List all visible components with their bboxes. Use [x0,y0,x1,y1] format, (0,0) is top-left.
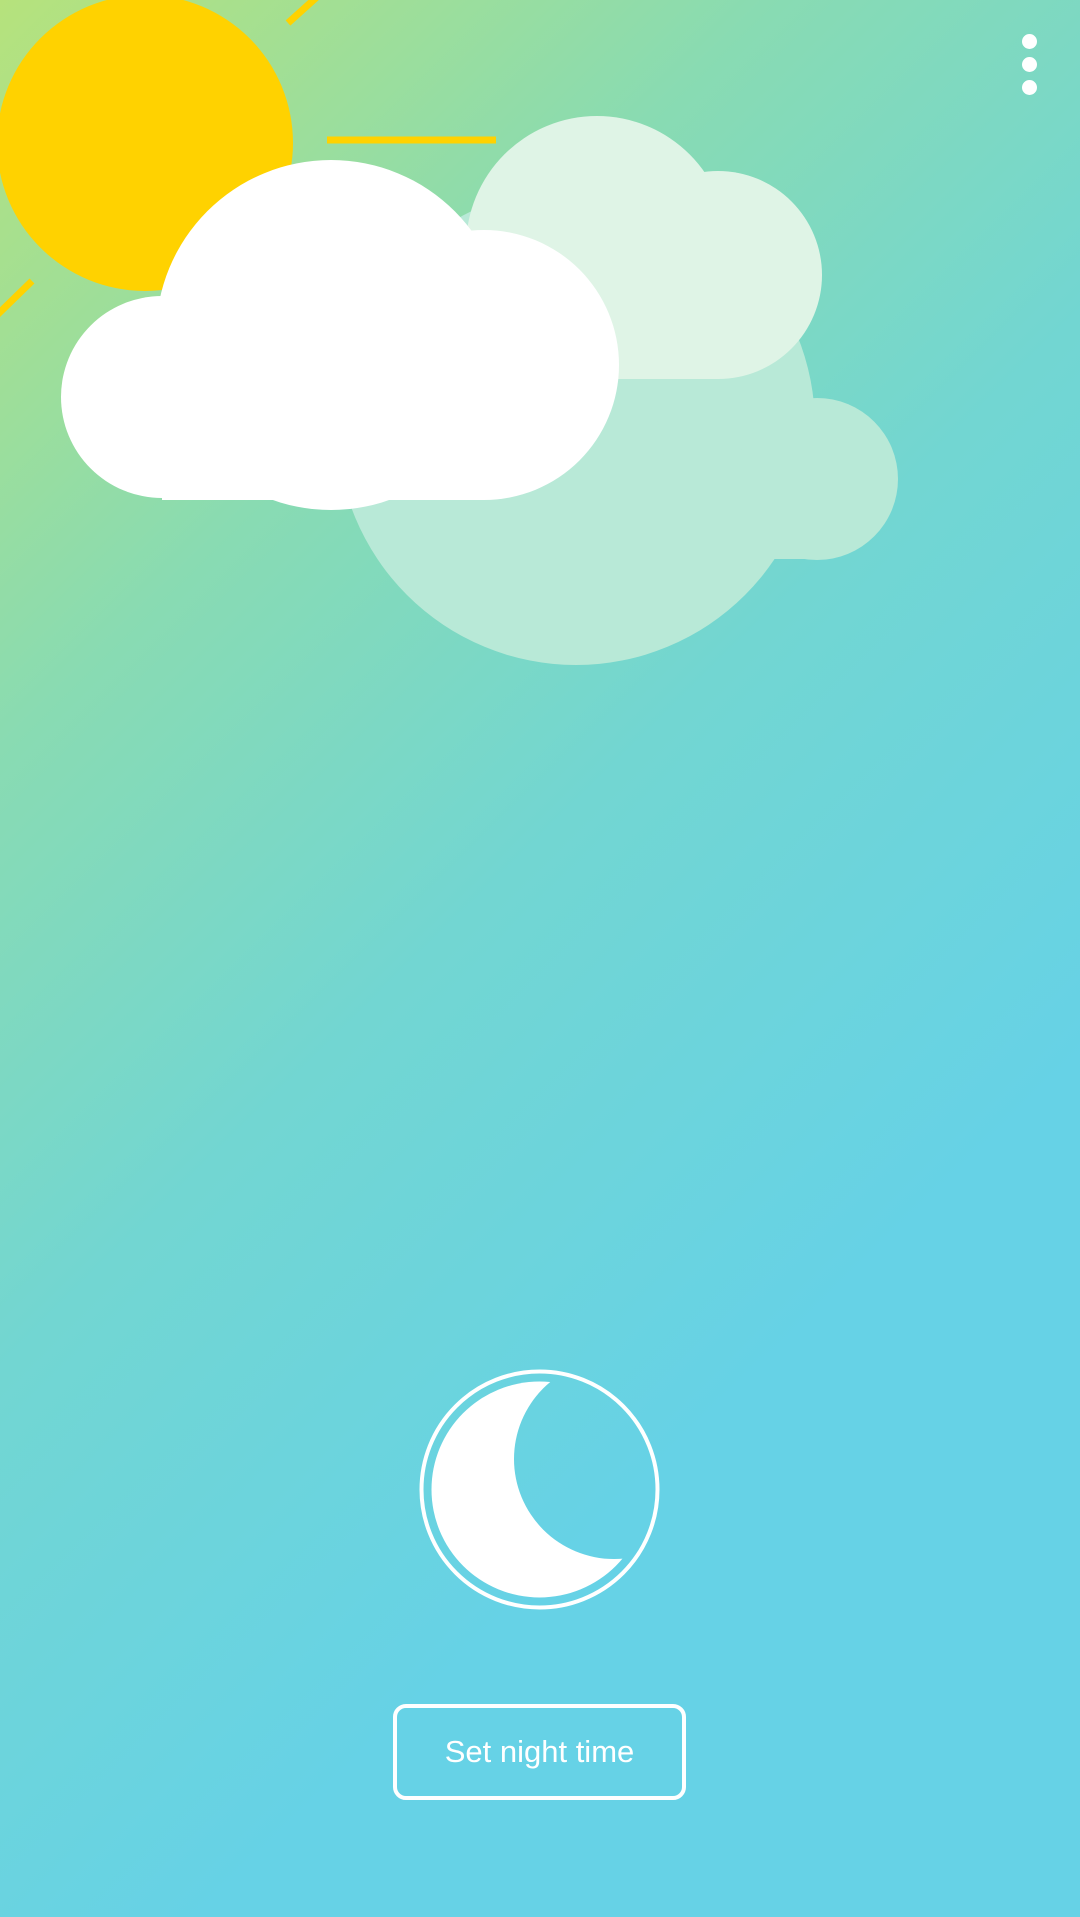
menu-dot [1021,79,1037,95]
weather-illustration [0,0,1080,1917]
menu-dot [1021,56,1037,72]
overflow-menu-icon[interactable] [1000,20,1058,108]
moon-icon [419,1369,660,1610]
night-mode-toggle[interactable] [419,1369,660,1610]
weather-screen: Set night time [0,0,1080,1917]
set-night-time-button[interactable]: Set night time [393,1704,686,1800]
menu-dot [1021,33,1037,49]
